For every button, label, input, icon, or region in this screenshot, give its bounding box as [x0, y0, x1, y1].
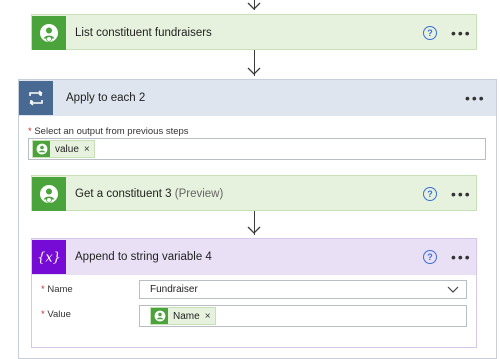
required-marker: *	[41, 284, 45, 295]
remove-token-button[interactable]: ×	[205, 311, 211, 322]
variable-x-icon: {x}	[32, 240, 66, 274]
name-field-label: * Name	[41, 284, 73, 295]
value-field[interactable]: Name ×	[139, 305, 467, 327]
chevron-down-icon[interactable]	[447, 284, 459, 297]
preview-tag: (Preview)	[174, 188, 224, 200]
help-icon[interactable]: ?	[423, 187, 437, 201]
more-options-button[interactable]: •••	[451, 250, 472, 264]
action-card-list-fundraisers[interactable]: List constituent fundraisers ? •••	[31, 14, 477, 50]
card-title: Get a constituent 3 (Preview)	[75, 188, 224, 200]
select-output-field[interactable]: value ×	[28, 138, 486, 160]
more-options-button[interactable]: •••	[465, 91, 486, 105]
help-icon[interactable]: ?	[423, 26, 437, 40]
apply-to-each-header[interactable]: Apply to each 2	[19, 80, 496, 116]
select-output-label: * Select an output from previous steps	[28, 126, 189, 137]
svg-text:{x}: {x}	[37, 251, 61, 266]
required-marker: *	[28, 126, 32, 137]
person-check-icon	[33, 141, 50, 157]
person-check-icon	[32, 177, 66, 211]
help-icon[interactable]: ?	[423, 250, 437, 264]
card-title: Append to string variable 4	[75, 251, 212, 263]
person-check-icon	[32, 16, 66, 50]
more-options-button[interactable]: •••	[451, 26, 472, 40]
name-dropdown-value: Fundraiser	[150, 284, 198, 295]
more-options-button[interactable]: •••	[451, 187, 472, 201]
action-card-append-variable[interactable]: {x} Append to string variable 4 ? ••• * …	[31, 238, 477, 348]
loop-icon	[19, 81, 53, 115]
person-check-icon	[151, 308, 168, 324]
value-field-label: * Value	[41, 309, 71, 320]
append-variable-header[interactable]: {x} Append to string variable 4	[32, 239, 476, 275]
dynamic-content-token-name[interactable]: Name ×	[150, 307, 216, 325]
card-title: List constituent fundraisers	[75, 27, 212, 39]
action-card-get-constituent[interactable]: Get a constituent 3 (Preview) ? •••	[31, 175, 477, 211]
required-marker: *	[41, 309, 45, 320]
dynamic-content-token-value[interactable]: value ×	[32, 140, 95, 158]
token-label: value	[55, 143, 79, 155]
card-title: Apply to each 2	[66, 92, 146, 104]
remove-token-button[interactable]: ×	[84, 144, 90, 155]
token-label: Name	[173, 310, 200, 322]
name-dropdown[interactable]: Fundraiser	[139, 280, 467, 299]
